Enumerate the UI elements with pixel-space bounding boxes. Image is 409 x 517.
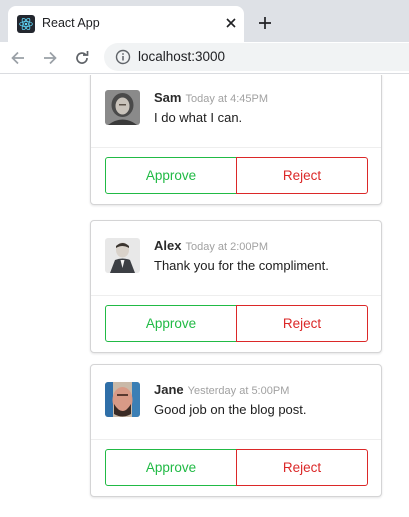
approval-buttons: Approve Reject [105,305,368,342]
approval-buttons: Approve Reject [105,157,368,194]
info-icon[interactable] [115,49,131,65]
comment-card: Jane Yesterday at 5:00PM Good job on the … [90,364,382,497]
tab-title: React App [42,16,100,30]
browser-toolbar: localhost:3000 [0,42,409,74]
comment-timestamp: Today at 4:45PM [185,93,269,105]
page-viewport: Sam Today at 4:45PM I do what I can. Appr… [0,75,409,517]
browser-tab-strip: React App [0,0,409,42]
comment: Jane Yesterday at 5:00PM Good job on the … [91,365,381,440]
comment-author[interactable]: Jane Yesterday at 5:00PM [154,382,289,397]
back-arrow-icon[interactable] [6,46,30,70]
comment-author[interactable]: Alex Today at 2:00PM [154,238,268,253]
comment-timestamp: Yesterday at 5:00PM [187,385,290,397]
browser-tab[interactable]: React App [8,6,244,42]
comment-text: Good job on the blog post. [154,402,307,417]
comment-text: I do what I can. [154,110,243,125]
reject-button[interactable]: Reject [236,157,368,194]
new-tab-icon[interactable] [254,12,276,34]
reject-button[interactable]: Reject [236,305,368,342]
reload-icon[interactable] [70,46,94,70]
comment-text: Thank you for the compliment. [154,258,329,273]
approval-buttons: Approve Reject [105,449,368,486]
comment-timestamp: Today at 2:00PM [185,241,269,253]
comment-card: Sam Today at 4:45PM I do what I can. Appr… [90,75,382,205]
approve-button[interactable]: Approve [105,305,237,342]
reject-button[interactable]: Reject [236,449,368,486]
avatar [105,238,140,273]
close-icon[interactable] [221,13,241,33]
avatar [105,90,140,125]
forward-arrow-icon[interactable] [38,46,62,70]
approve-button[interactable]: Approve [105,157,237,194]
react-icon [17,15,35,33]
comment-author[interactable]: Sam Today at 4:45PM [154,90,268,105]
avatar [105,382,140,417]
comment-card: Alex Today at 2:00PM Thank you for the co… [90,220,382,353]
comment: Sam Today at 4:45PM I do what I can. [91,75,381,148]
approve-button[interactable]: Approve [105,449,237,486]
address-bar[interactable]: localhost:3000 [104,43,409,71]
comment: Alex Today at 2:00PM Thank you for the co… [91,221,381,296]
url-text: localhost:3000 [138,49,226,64]
